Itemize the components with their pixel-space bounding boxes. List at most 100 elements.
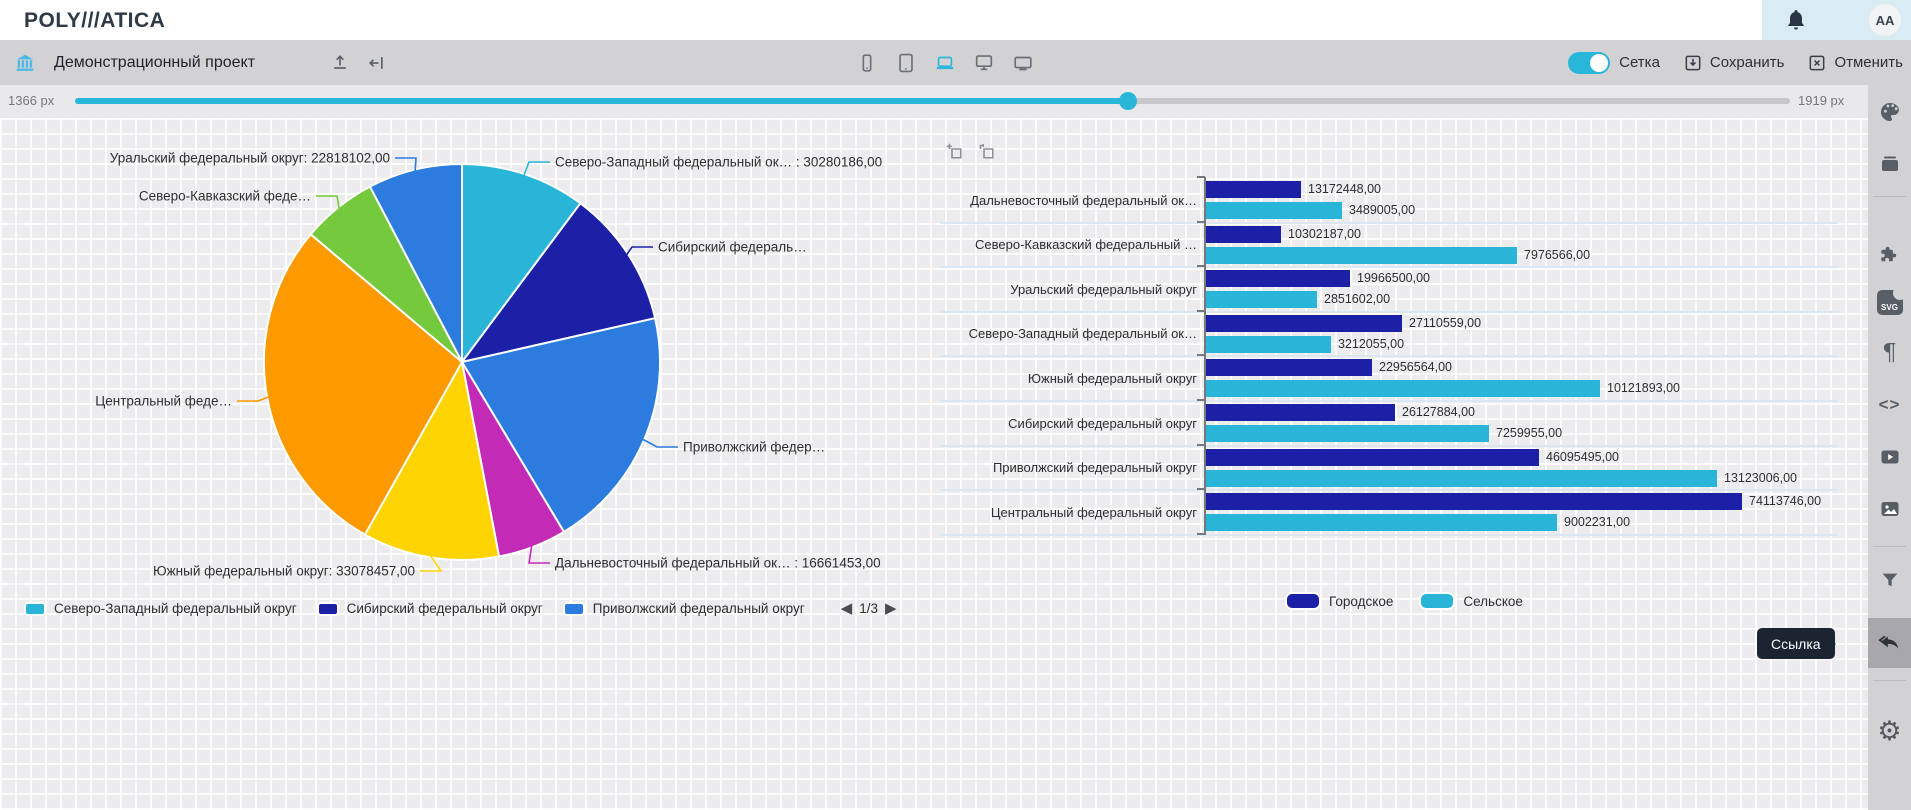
bar-row-separator [940,311,1838,313]
bar-row-separator [940,266,1838,268]
legend-item[interactable]: Городское [1285,592,1393,610]
paragraph-icon[interactable]: ¶ [1868,338,1911,368]
cancel-button[interactable]: Отменить [1807,53,1903,73]
bar-row-separator [940,400,1838,402]
bar-urban-7[interactable] [1206,493,1742,510]
device-tv-icon[interactable] [1012,52,1034,74]
bar-urban-4[interactable] [1206,359,1372,376]
bar-value-label: 22956564,00 [1379,359,1452,376]
svg-icon[interactable]: SVG [1868,287,1911,317]
bar-rural-6[interactable] [1206,470,1717,487]
bar-rural-3[interactable] [1206,336,1331,353]
palette-icon[interactable] [1868,97,1911,127]
width-slider-knob[interactable] [1119,92,1137,110]
pie-leader-line [529,545,550,563]
pie-slice-label: Северо-Западный федеральный ок… : 302801… [555,155,882,170]
bar-urban-6[interactable] [1206,449,1539,466]
puzzle-icon[interactable] [1868,240,1911,270]
project-title: Демонстрационный проект [54,54,255,72]
legend-pager: ◀1/3▶ [841,601,897,616]
avatar[interactable]: AA [1869,4,1901,36]
pager-next-icon[interactable]: ▶ [885,601,897,616]
pie-chart: Северо-Западный федеральный ок… : 302801… [30,115,960,645]
project-bank-icon[interactable] [14,52,36,74]
bar-urban-1[interactable] [1206,226,1281,243]
grid-toggle-label: Сетка [1619,54,1660,71]
bar-urban-0[interactable] [1206,181,1301,198]
pie-leader-line [316,196,339,209]
sidebar-divider [1873,546,1906,547]
code-icon[interactable]: <> [1868,390,1911,420]
legend-item[interactable]: Сибирский федеральный округ [317,601,543,616]
pie-slice-label: Приволжский федер… [683,440,825,455]
link-icon[interactable] [1868,628,1911,658]
add-selection-icon[interactable] [945,142,966,168]
pie-slice-label: Северо-Кавказский феде… [139,189,311,204]
bar-value-label: 27110559,00 [1409,315,1481,332]
pie-leader-line [626,247,653,255]
save-button-label: Сохранить [1710,54,1785,71]
pie-leader-line [237,397,269,401]
pie-leader-line [642,439,678,447]
bar-value-label: 46095495,00 [1546,449,1619,466]
components-drawer-icon[interactable] [1868,149,1911,179]
bar-rural-0[interactable] [1206,202,1342,219]
width-slider-track[interactable] [75,98,1790,104]
settings-gear-icon[interactable]: ⚙ [1868,716,1911,746]
legend-swatch [1419,592,1455,610]
image-icon[interactable] [1868,494,1911,524]
pie-slice-label: Дальневосточный федеральный ок… : 166614… [555,556,881,571]
save-button[interactable]: Сохранить [1683,53,1785,73]
bar-chart: Дальневосточный федеральный ок…13172448,… [940,140,1868,640]
legend-swatch [1285,592,1321,610]
top-header: POLY///ATICA AA [0,0,1911,40]
width-slider-fill [75,98,1128,104]
bar-row-separator [940,489,1838,491]
pager-prev-icon[interactable]: ◀ [841,601,853,616]
slider-max-label: 1919 px [1798,93,1844,108]
sidebar-divider [1873,196,1906,197]
layout-width-slider-row: 1366 px 1919 px [0,85,1868,118]
bar-urban-3[interactable] [1206,315,1402,332]
device-phone-icon[interactable] [856,52,878,74]
undo-selection-icon[interactable] [977,142,998,168]
legend-label: Сельское [1463,594,1523,609]
legend-label: Приволжский федеральный округ [593,601,805,616]
pie-slice-label: Уральский федеральный округ: 22818102,00 [110,151,390,166]
cancel-button-label: Отменить [1834,54,1903,71]
pie-slice-label: Сибирский федераль… [658,240,807,255]
bar-rural-1[interactable] [1206,247,1517,264]
video-icon[interactable] [1868,442,1911,472]
bar-rural-5[interactable] [1206,425,1489,442]
pie-slice-label: Южный федеральный округ: 33078457,00 [153,564,415,579]
collapse-left-icon[interactable] [365,52,387,74]
bar-value-label: 3212055,00 [1338,336,1404,353]
bar-urban-5[interactable] [1206,404,1395,421]
bar-value-label: 26127884,00 [1402,404,1475,421]
bar-category-label: Северо-Кавказский федеральный … [940,226,1197,264]
legend-item[interactable]: Сельское [1419,592,1523,610]
bar-value-label: 13172448,00 [1308,181,1381,198]
legend-swatch [563,602,585,616]
bar-category-label: Уральский федеральный округ [940,270,1197,308]
bar-row-separator [940,445,1838,447]
publish-icon[interactable] [329,52,351,74]
notifications-bell-icon[interactable] [1784,8,1808,32]
device-laptop-icon[interactable] [934,52,956,74]
bar-urban-2[interactable] [1206,270,1350,287]
bar-rural-7[interactable] [1206,514,1557,531]
project-toolbar: Демонстрационный проект [0,40,1911,85]
bar-rural-2[interactable] [1206,291,1317,308]
bar-category-label: Южный федеральный округ [940,359,1197,397]
bar-category-label: Центральный федеральный округ [940,493,1197,531]
device-tablet-icon[interactable] [895,52,917,74]
bar-value-label: 10121893,00 [1607,380,1680,397]
grid-toggle[interactable] [1568,52,1610,74]
filter-icon[interactable] [1868,565,1911,595]
legend-item[interactable]: Северо-Западный федеральный округ [24,601,297,616]
device-monitor-icon[interactable] [973,52,995,74]
bar-rural-4[interactable] [1206,380,1600,397]
bar-row-separator [940,222,1838,224]
legend-item[interactable]: Приволжский федеральный округ [563,601,805,616]
legend-swatch [24,602,46,616]
